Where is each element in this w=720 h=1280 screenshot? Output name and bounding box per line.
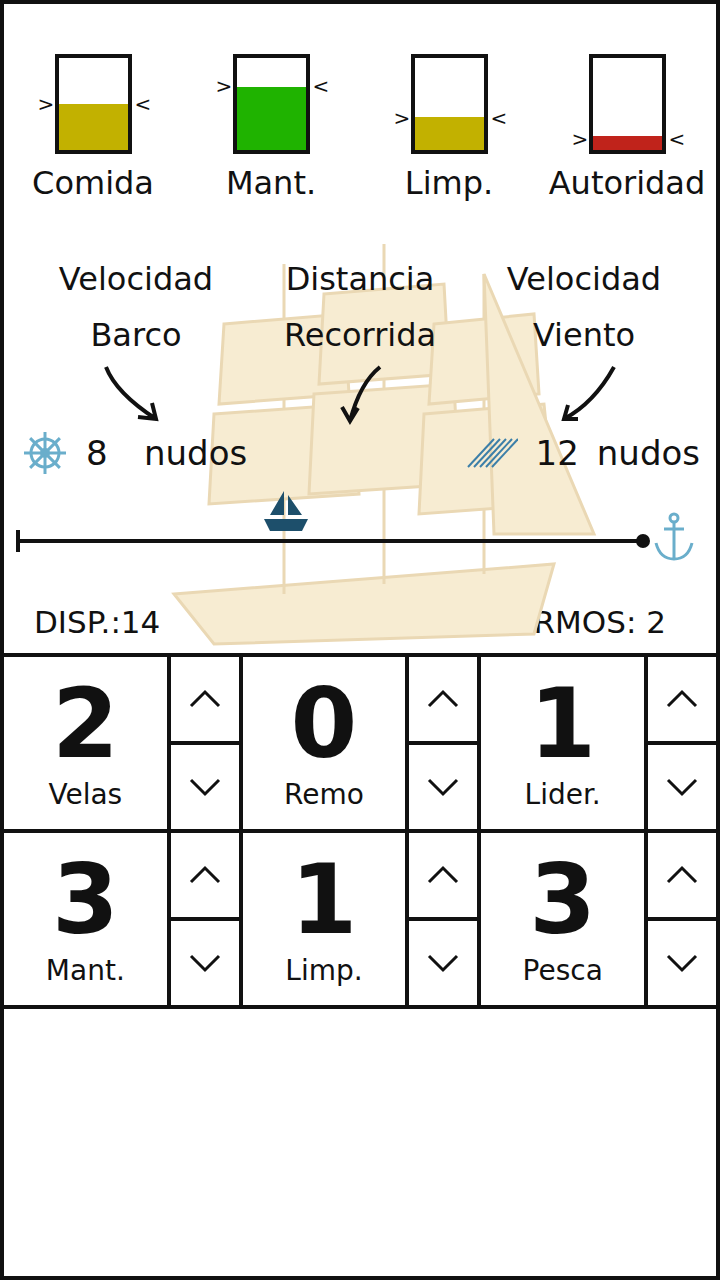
ship-speed-label: VelocidadBarco <box>24 251 248 425</box>
job-count: 1 <box>529 676 596 772</box>
meter-marker: > <box>572 127 589 151</box>
meter-fill <box>237 87 306 150</box>
chevron-up-icon <box>665 864 699 886</box>
decrease-button[interactable] <box>171 921 239 1005</box>
ship-wheel-icon <box>22 430 68 476</box>
pointer-arrow-icon <box>534 363 634 425</box>
chevron-up-icon <box>426 688 460 710</box>
meter-marker: > <box>38 92 55 116</box>
boat-icon <box>262 489 310 533</box>
ship-speed-unit: nudos <box>144 433 247 473</box>
job-arrows <box>171 657 239 829</box>
meter-marker: < <box>135 92 152 116</box>
job-panel: 0 Remo <box>243 657 406 829</box>
wind-icon <box>464 433 518 473</box>
bottom-strip <box>4 1009 716 1276</box>
job-name: Remo <box>284 778 364 811</box>
job-panel: 3 Pesca <box>481 833 644 1005</box>
decrease-button[interactable] <box>409 921 477 1005</box>
meter-fill <box>415 117 484 150</box>
job-count: 2 <box>52 676 119 772</box>
decrease-button[interactable] <box>171 745 239 829</box>
available-crew: DISP.:14 <box>34 604 160 640</box>
chevron-up-icon <box>665 688 699 710</box>
meter: > < Limp. <box>360 54 538 214</box>
job-count: 3 <box>529 852 596 948</box>
wind-speed-label: VelocidadViento <box>472 251 696 425</box>
decrease-button[interactable] <box>648 921 716 1005</box>
meter: > < Comida <box>4 54 182 214</box>
meter-marker: < <box>491 106 508 130</box>
meter-marker: > <box>394 106 411 130</box>
chevron-down-icon <box>188 952 222 974</box>
meter-fill <box>593 136 662 150</box>
chevron-down-icon <box>188 776 222 798</box>
job-name: Velas <box>48 778 122 811</box>
job-name: Mant. <box>46 954 125 987</box>
decrease-button[interactable] <box>409 745 477 829</box>
chevron-down-icon <box>426 776 460 798</box>
job-arrows <box>648 657 716 829</box>
meter-box <box>589 54 666 154</box>
increase-button[interactable] <box>409 657 477 741</box>
wind-speed-value: 12 <box>536 433 579 473</box>
meter-box <box>233 54 310 154</box>
chevron-down-icon <box>665 952 699 974</box>
chevron-down-icon <box>426 952 460 974</box>
job-name: Pesca <box>523 954 603 987</box>
distance-track-row <box>4 481 716 591</box>
chevron-up-icon <box>188 688 222 710</box>
meter-marker: > <box>216 74 233 98</box>
meter-label: Limp. <box>405 164 493 202</box>
increase-button[interactable] <box>648 833 716 917</box>
distance-track <box>16 539 644 543</box>
job-arrows <box>409 833 477 1005</box>
pointer-arrow-icon <box>86 363 186 425</box>
job-name: Limp. <box>285 954 362 987</box>
chevron-up-icon <box>426 864 460 886</box>
job-panel: 2 Velas <box>4 657 167 829</box>
game-screen: > < Comida > < Mant. > < Limp. > < Autoridad Velocid… <box>0 0 720 1280</box>
meter-marker: < <box>669 127 686 151</box>
job-grid: 2 Velas 0 Remo 1 Lider. 3 Mant. 1 Limp. 3 Pesca <box>4 653 716 1009</box>
wind-speed-unit: nudos <box>597 433 700 473</box>
increase-button[interactable] <box>171 833 239 917</box>
ship-speed-value: 8 <box>86 433 126 473</box>
meter-box <box>411 54 488 154</box>
meter-box <box>55 54 132 154</box>
decrease-button[interactable] <box>648 745 716 829</box>
meter-label: Comida <box>32 164 154 202</box>
meter-fill <box>59 104 128 150</box>
distance-label: DistanciaRecorrida <box>248 251 472 425</box>
wind-speed: 12 nudos <box>361 433 700 473</box>
ship-area: VelocidadBarcoDistanciaRecorridaVelocida… <box>4 214 716 481</box>
job-count: 1 <box>291 852 358 948</box>
anchor-icon <box>652 511 696 565</box>
job-panel: 1 Limp. <box>243 833 406 1005</box>
job-count: 3 <box>52 852 119 948</box>
job-panel: 1 Lider. <box>481 657 644 829</box>
chevron-up-icon <box>188 864 222 886</box>
pointer-arrow-icon <box>310 363 410 425</box>
chevron-down-icon <box>665 776 699 798</box>
meter-row: > < Comida > < Mant. > < Limp. > < Autoridad <box>4 4 716 214</box>
meter-marker: < <box>313 74 330 98</box>
job-arrows <box>648 833 716 1005</box>
meter: > < Mant. <box>182 54 360 214</box>
ship-speed: 8 nudos <box>22 430 361 476</box>
meter-label: Mant. <box>226 164 316 202</box>
job-count: 0 <box>291 676 358 772</box>
meter-label: Autoridad <box>549 164 706 202</box>
job-arrows <box>409 657 477 829</box>
job-arrows <box>171 833 239 1005</box>
meter: > < Autoridad <box>538 54 716 214</box>
increase-button[interactable] <box>648 657 716 741</box>
increase-button[interactable] <box>171 657 239 741</box>
job-panel: 3 Mant. <box>4 833 167 1005</box>
increase-button[interactable] <box>409 833 477 917</box>
job-name: Lider. <box>525 778 601 811</box>
